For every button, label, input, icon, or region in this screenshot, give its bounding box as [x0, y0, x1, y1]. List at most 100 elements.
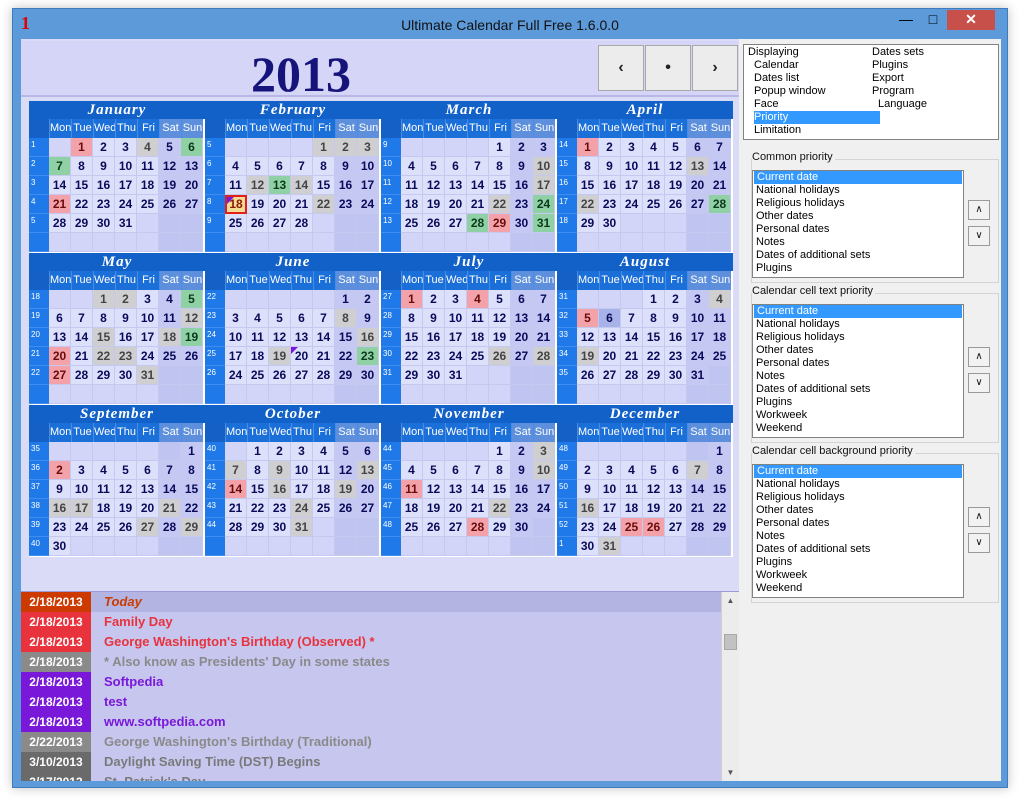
day-cell[interactable]: 24 [115, 195, 137, 214]
day-cell[interactable]: 2 [93, 138, 115, 157]
day-cell[interactable]: 13 [291, 328, 313, 347]
day-cell[interactable]: 14 [687, 480, 709, 499]
day-cell[interactable]: 11 [709, 309, 731, 328]
day-cell[interactable]: 17 [533, 480, 555, 499]
day-cell[interactable]: 29 [93, 366, 115, 385]
priority-item[interactable]: National holidays [753, 478, 963, 491]
day-cell[interactable]: 24 [357, 195, 379, 214]
day-cell[interactable]: 30 [577, 537, 599, 556]
day-cell[interactable]: 14 [49, 176, 71, 195]
day-cell[interactable]: 11 [467, 309, 489, 328]
priority-item[interactable]: Current date [754, 171, 962, 184]
day-cell[interactable]: 31 [137, 366, 159, 385]
priority-item[interactable]: Notes [753, 236, 963, 249]
day-cell[interactable]: 8 [489, 157, 511, 176]
day-cell[interactable]: 23 [511, 499, 533, 518]
day-cell[interactable]: 7 [533, 290, 555, 309]
day-cell[interactable]: 30 [357, 366, 379, 385]
day-cell[interactable]: 10 [115, 157, 137, 176]
day-cell[interactable]: 17 [445, 328, 467, 347]
day-cell[interactable]: 13 [49, 328, 71, 347]
day-cell[interactable]: 15 [577, 176, 599, 195]
day-cell[interactable]: 15 [709, 480, 731, 499]
day-cell[interactable]: 21 [621, 347, 643, 366]
day-cell[interactable]: 27 [137, 518, 159, 537]
day-cell[interactable]: 24 [621, 195, 643, 214]
day-cell[interactable]: 12 [423, 176, 445, 195]
day-cell[interactable]: 20 [665, 499, 687, 518]
day-cell[interactable]: 7 [621, 309, 643, 328]
day-cell[interactable]: 4 [401, 157, 423, 176]
day-cell[interactable]: 12 [335, 461, 357, 480]
day-cell[interactable]: 21 [225, 499, 247, 518]
day-cell[interactable]: 3 [599, 461, 621, 480]
day-cell[interactable]: 15 [489, 176, 511, 195]
day-cell[interactable]: 29 [489, 518, 511, 537]
day-cell[interactable]: 18 [247, 347, 269, 366]
day-cell[interactable]: 2 [269, 442, 291, 461]
priority-item[interactable]: Dates of additional sets [753, 543, 963, 556]
day-cell[interactable]: 19 [247, 195, 269, 214]
day-cell[interactable]: 24 [599, 518, 621, 537]
day-cell[interactable]: 5 [643, 461, 665, 480]
priority-item[interactable]: Dates of additional sets [753, 249, 963, 262]
tree-item-displaying[interactable]: Displaying [748, 46, 799, 59]
day-cell[interactable]: 17 [533, 176, 555, 195]
priority-list[interactable]: Current date National holidays Religious h… [752, 170, 964, 278]
day-cell[interactable]: 3 [71, 461, 93, 480]
day-cell[interactable]: 13 [137, 480, 159, 499]
day-cell[interactable]: 4 [225, 157, 247, 176]
priority-item[interactable]: Notes [753, 370, 963, 383]
event-row[interactable]: 2/18/2013 George Washington's Birthday (O… [21, 632, 721, 652]
day-cell[interactable]: 19 [115, 499, 137, 518]
day-cell[interactable]: 7 [709, 138, 731, 157]
day-cell[interactable]: 10 [357, 157, 379, 176]
day-cell[interactable]: 20 [511, 328, 533, 347]
day-cell[interactable]: 22 [181, 499, 203, 518]
tree-item-program[interactable]: Program [872, 85, 914, 98]
day-cell[interactable]: 28 [467, 214, 489, 233]
day-cell[interactable]: 30 [93, 214, 115, 233]
day-cell[interactable]: 16 [49, 499, 71, 518]
day-cell[interactable]: 25 [93, 518, 115, 537]
month-name[interactable]: November [381, 405, 557, 423]
tree-item-export[interactable]: Export [872, 72, 904, 85]
close-button[interactable]: ✕ [947, 10, 995, 30]
day-cell[interactable]: 6 [599, 309, 621, 328]
day-cell[interactable]: 18 [621, 499, 643, 518]
day-cell[interactable]: 29 [709, 518, 731, 537]
day-cell[interactable]: 4 [709, 290, 731, 309]
day-cell[interactable]: 14 [291, 176, 313, 195]
day-cell[interactable]: 1 [247, 442, 269, 461]
day-cell[interactable]: 9 [115, 309, 137, 328]
day-cell[interactable]: 17 [291, 480, 313, 499]
settings-tree[interactable]: Displaying Calendar Dates list Popup window… [743, 44, 999, 140]
day-cell[interactable]: 26 [181, 347, 203, 366]
day-cell[interactable]: 20 [49, 347, 71, 366]
day-cell[interactable]: 8 [577, 157, 599, 176]
event-row[interactable]: 2/18/2013 www.softpedia.com [21, 712, 721, 732]
day-cell[interactable]: 1 [313, 138, 335, 157]
day-cell[interactable]: 2 [115, 290, 137, 309]
day-cell[interactable]: 23 [115, 347, 137, 366]
maximize-button[interactable]: □ [920, 10, 946, 30]
priority-item[interactable]: Religious holidays [753, 331, 963, 344]
title-bar[interactable]: 1 Ultimate Calendar Full Free 1.6.0.0 — … [13, 9, 1007, 39]
day-cell[interactable]: 24 [291, 499, 313, 518]
tree-item-plugins[interactable]: Plugins [872, 59, 908, 72]
day-cell[interactable]: 23 [269, 499, 291, 518]
priority-item[interactable]: Current date [754, 305, 962, 318]
day-cell[interactable]: 23 [665, 347, 687, 366]
month-name[interactable]: December [557, 405, 733, 423]
day-cell[interactable]: 25 [313, 499, 335, 518]
day-cell[interactable]: 14 [71, 328, 93, 347]
day-cell[interactable]: 21 [313, 347, 335, 366]
day-cell[interactable]: 9 [665, 309, 687, 328]
priority-item[interactable]: Weekend [753, 422, 963, 435]
tree-item-dates-list[interactable]: Dates list [754, 72, 799, 85]
day-cell[interactable]: 22 [709, 499, 731, 518]
priority-item[interactable]: Plugins [753, 556, 963, 569]
day-cell[interactable]: 5 [577, 309, 599, 328]
day-cell[interactable]: 8 [643, 309, 665, 328]
day-cell[interactable]: 11 [643, 157, 665, 176]
